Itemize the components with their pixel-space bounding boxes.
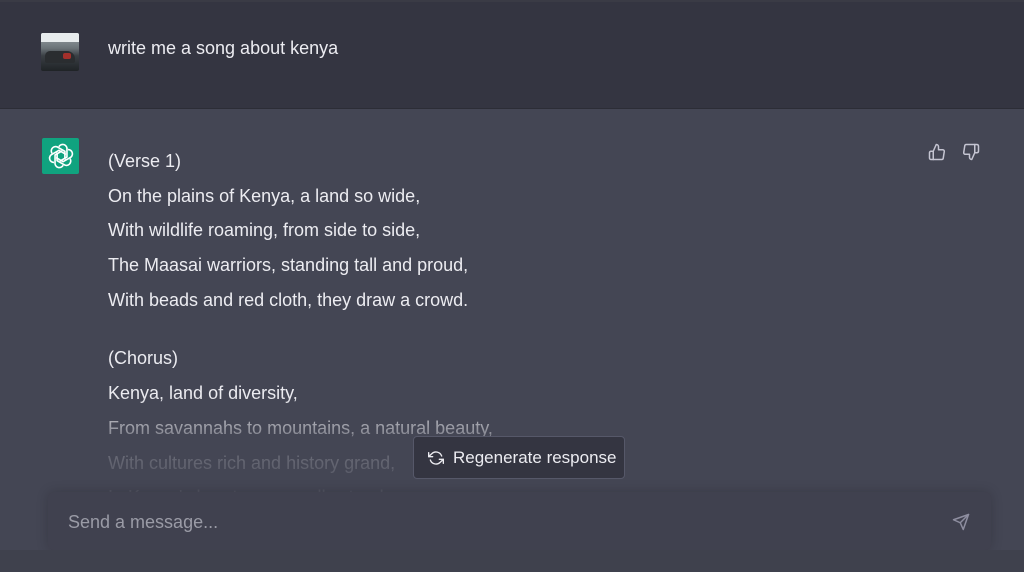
response-line: The Maasai warriors, standing tall and p… bbox=[108, 255, 469, 276]
thumbs-up-icon bbox=[928, 143, 946, 161]
user-message-row: write me a song about kenya bbox=[0, 2, 1024, 109]
response-line: (Chorus) bbox=[108, 348, 179, 369]
response-line: With beads and red cloth, they draw a cr… bbox=[108, 289, 469, 310]
response-line: (Verse 1) bbox=[108, 151, 182, 171]
stanza-gap bbox=[108, 317, 888, 341]
message-composer bbox=[48, 492, 991, 552]
refresh-icon bbox=[428, 450, 444, 466]
paper-plane-icon bbox=[952, 513, 970, 531]
thumbs-up-button[interactable] bbox=[927, 142, 947, 162]
regenerate-label: Regenerate response bbox=[453, 447, 617, 467]
footer-area bbox=[0, 550, 1024, 572]
openai-logo-icon bbox=[42, 138, 79, 174]
user-avatar bbox=[41, 33, 79, 71]
thumbs-down-button[interactable] bbox=[961, 142, 981, 162]
user-message-text: write me a song about kenya bbox=[108, 38, 339, 58]
chat-window: write me a song about kenya (Verse 1) On… bbox=[0, 0, 1024, 572]
response-line: With wildlife roaming, from side to side… bbox=[108, 220, 421, 241]
thumbs-down-icon bbox=[962, 143, 980, 161]
response-line: Kenya, land of diversity, bbox=[108, 383, 298, 404]
message-input[interactable] bbox=[66, 492, 930, 552]
send-button[interactable] bbox=[950, 511, 972, 533]
response-line: On the plains of Kenya, a land so wide, bbox=[108, 185, 421, 206]
regenerate-response-button[interactable]: Regenerate response bbox=[413, 436, 625, 479]
